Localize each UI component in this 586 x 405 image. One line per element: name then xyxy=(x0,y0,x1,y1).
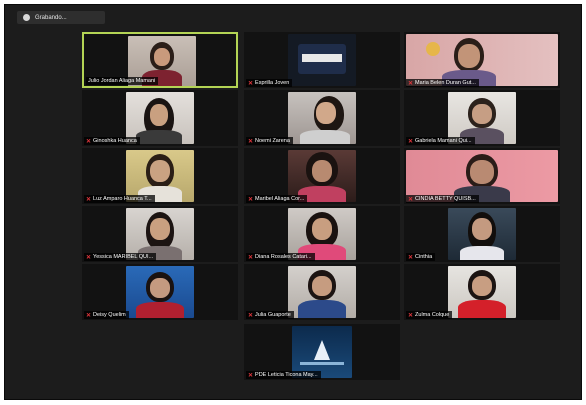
participant-video xyxy=(448,266,516,318)
record-icon xyxy=(23,14,30,21)
participant-name: Julio Jordan Aliaga Mamani xyxy=(86,77,159,85)
participant-tile[interactable]: ✕ Luz Amparo Huanca T... xyxy=(82,148,238,204)
participant-name: ✕ Ginoshka Huanca xyxy=(84,137,140,145)
mic-muted-icon: ✕ xyxy=(86,196,92,203)
participant-tile[interactable]: ✕ Gabriela Mamani Qui... xyxy=(404,90,560,146)
participant-name-label: Yessica MARIBEL QUI... xyxy=(93,254,154,260)
participant-tile[interactable]: ✕ Yessica MARIBEL QUI... xyxy=(82,206,238,262)
mic-muted-icon: ✕ xyxy=(408,312,414,319)
participant-tile[interactable]: ✕ Noemi Zarena xyxy=(244,90,400,146)
participant-name-label: Luz Amparo Huanca T... xyxy=(93,196,152,202)
participant-video xyxy=(288,34,356,86)
mic-muted-icon: ✕ xyxy=(408,80,414,87)
participant-name-label: Deisy Quelim xyxy=(93,312,126,318)
participant-name: ✕ Zulma Colque xyxy=(406,311,453,319)
participant-name: ✕ PDE Leticia Ticona May... xyxy=(246,371,321,379)
participant-name-label: PDE Leticia Ticona May... xyxy=(255,372,318,378)
participant-name: ✕ Yessica MARIBEL QUI... xyxy=(84,253,157,261)
participant-name: ✕ Noemi Zarena xyxy=(246,137,293,145)
participant-video xyxy=(288,266,356,318)
participant-name: ✕ Maribel Aliaga Cor... xyxy=(246,195,308,203)
participant-tile[interactable]: ✕ Zulma Colque xyxy=(404,264,560,320)
participant-name: ✕ Luz Amparo Huanca T... xyxy=(84,195,155,203)
participant-tile[interactable]: ✕ Julia Guaporte xyxy=(244,264,400,320)
mic-muted-icon: ✕ xyxy=(248,254,254,261)
participant-tile[interactable]: ✕ PDE Leticia Ticona May... xyxy=(244,324,400,380)
mic-muted-icon: ✕ xyxy=(248,80,254,87)
mic-muted-icon: ✕ xyxy=(248,138,254,145)
participant-tile[interactable]: ✕ Maria Belen Duran Gut... xyxy=(404,32,560,88)
participant-name-label: Cinthia xyxy=(415,254,433,260)
participant-name: ✕ Julia Guaporte xyxy=(246,311,294,319)
participant-name-label: Noemi Zarena xyxy=(255,138,290,144)
participant-name: ✕ Deisy Quelim xyxy=(84,311,129,319)
zoom-gallery-window: Grabando... Julio Jordan Aliaga Mamani ✕… xyxy=(4,4,582,400)
participant-name-label: CINDIA BETTY QUISB... xyxy=(415,196,476,202)
participant-name: ✕ Gabriela Mamani Qui... xyxy=(406,137,475,145)
participant-name: ✕ Esprilla Joven xyxy=(246,79,293,87)
participant-name: ✕ Maria Belen Duran Gut... xyxy=(406,79,479,87)
participant-name-label: Ginoshka Huanca xyxy=(93,138,137,144)
mic-muted-icon: ✕ xyxy=(408,138,414,145)
participant-name-label: Julio Jordan Aliaga Mamani xyxy=(88,78,156,84)
mic-muted-icon: ✕ xyxy=(408,196,414,203)
participant-name-label: Maribel Aliaga Cor... xyxy=(255,196,305,202)
participant-name-label: Esprilla Joven xyxy=(255,80,290,86)
participant-tile[interactable]: ✕ CINDIA BETTY QUISB... xyxy=(404,148,560,204)
participant-name-label: Gabriela Mamani Qui... xyxy=(415,138,472,144)
mic-muted-icon: ✕ xyxy=(86,312,92,319)
recording-label: Grabando... xyxy=(35,14,67,21)
participant-name-label: Diana Rosales Catari... xyxy=(255,254,312,260)
participant-name: ✕ Cinthia xyxy=(406,253,436,261)
mic-muted-icon: ✕ xyxy=(86,254,92,261)
mic-muted-icon: ✕ xyxy=(248,196,254,203)
participant-tile[interactable]: ✕ Maribel Aliaga Cor... xyxy=(244,148,400,204)
participant-video xyxy=(288,92,356,144)
participant-tile[interactable]: ✕ Ginoshka Huanca xyxy=(82,90,238,146)
participant-video xyxy=(126,266,194,318)
participant-tile[interactable]: ✕ Deisy Quelim xyxy=(82,264,238,320)
participant-name: ✕ CINDIA BETTY QUISB... xyxy=(406,195,479,203)
participant-name-label: Maria Belen Duran Gut... xyxy=(415,80,476,86)
participant-tile[interactable]: ✕ Diana Rosales Catari... xyxy=(244,206,400,262)
participant-tile[interactable]: Julio Jordan Aliaga Mamani xyxy=(82,32,238,88)
participant-tile[interactable]: ✕ Esprilla Joven xyxy=(244,32,400,88)
participant-tile[interactable]: ✕ Cinthia xyxy=(404,206,560,262)
participant-name-label: Julia Guaporte xyxy=(255,312,291,318)
mic-muted-icon: ✕ xyxy=(86,138,92,145)
recording-indicator[interactable]: Grabando... xyxy=(17,11,105,24)
participant-video xyxy=(448,208,516,260)
mic-muted-icon: ✕ xyxy=(248,372,254,379)
participant-name-label: Zulma Colque xyxy=(415,312,450,318)
mic-muted-icon: ✕ xyxy=(408,254,414,261)
participant-name: ✕ Diana Rosales Catari... xyxy=(246,253,315,261)
mic-muted-icon: ✕ xyxy=(248,312,254,319)
